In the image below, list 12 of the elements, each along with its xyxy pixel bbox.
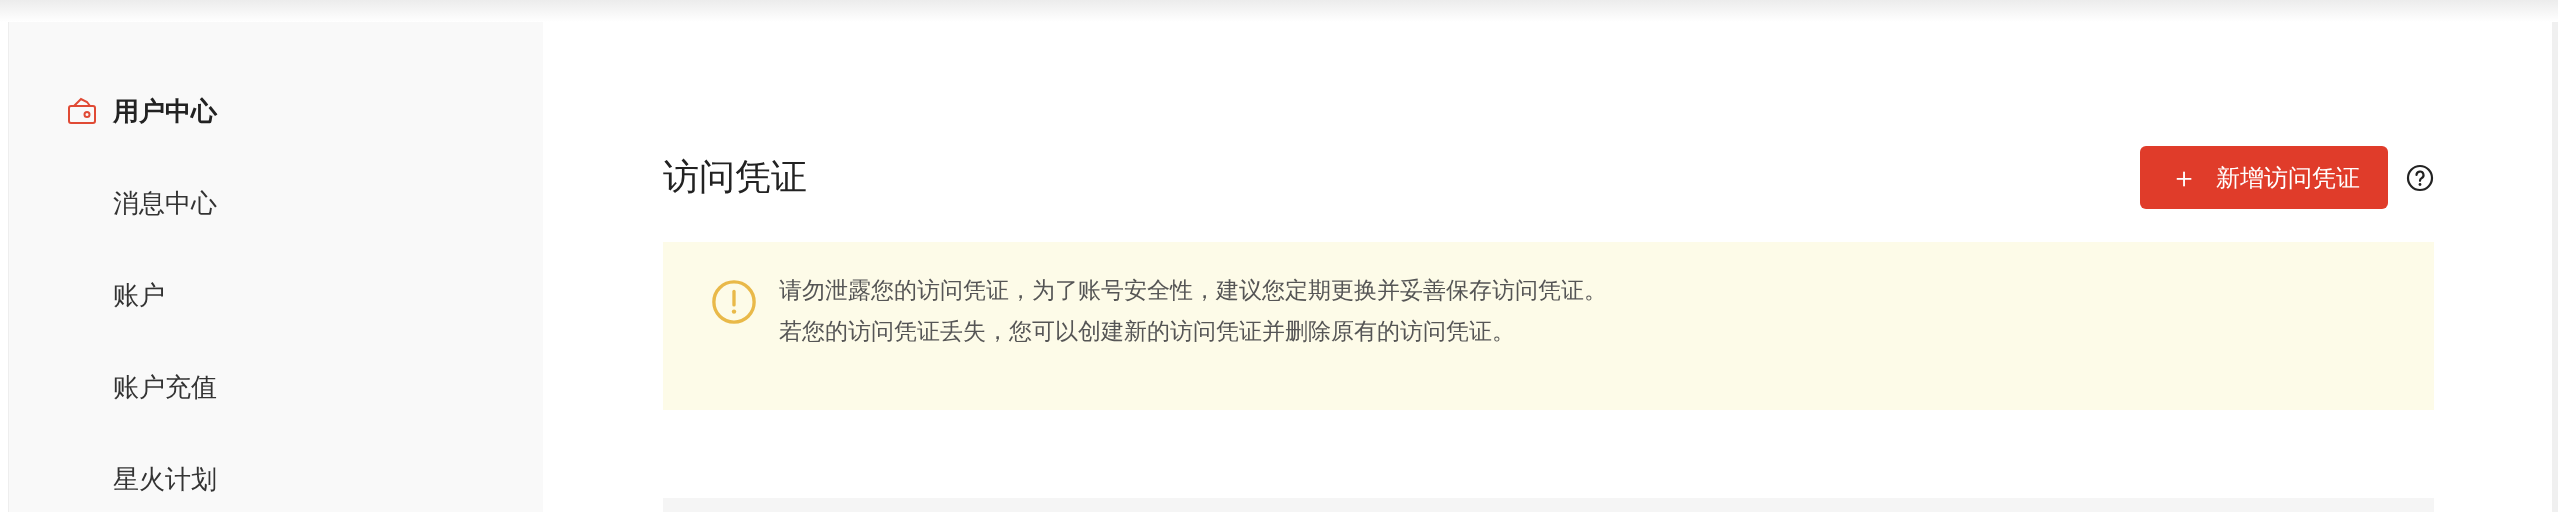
sidebar-item[interactable]: 消息中心 [9,184,217,222]
sidebar-item[interactable]: 账户充值 [9,368,217,406]
notice-text: 若您的访问凭证丢失，您可以创建新的访问凭证并删除原有的访问凭证。 [779,317,1516,346]
notice-text: 请勿泄露您的访问凭证，为了账号安全性，建议您定期更换并妥善保存访问凭证。 [779,276,1607,305]
wallet-icon [67,96,97,126]
page-title: 访问凭证 [663,155,807,199]
warning-icon [711,279,757,325]
sidebar-item[interactable]: 账户 [9,276,165,314]
sidebar-item[interactable]: 星火计划 [9,460,217,498]
help-icon[interactable] [2406,163,2434,192]
sidebar-item[interactable]: 用户中心 [9,92,217,130]
add-credential-button[interactable]: ＋ 新增访问凭证 [2140,146,2388,209]
